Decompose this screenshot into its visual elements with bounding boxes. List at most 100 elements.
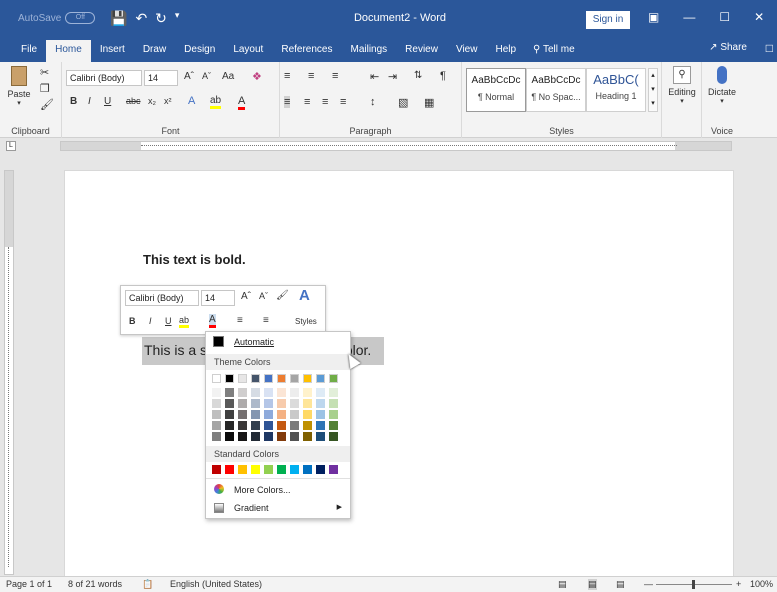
- numbering-icon[interactable]: ≡: [308, 70, 314, 82]
- increase-indent-icon[interactable]: ⇥: [388, 70, 397, 83]
- horizontal-ruler[interactable]: L: [0, 139, 777, 153]
- mini-numbering-icon[interactable]: ≡: [263, 315, 269, 326]
- theme-shade-swatch[interactable]: [251, 388, 260, 397]
- theme-shade-swatch[interactable]: [264, 399, 273, 408]
- theme-shade-swatch[interactable]: [225, 432, 234, 441]
- theme-shade-swatch[interactable]: [290, 410, 299, 419]
- minimize-icon[interactable]: —: [683, 10, 695, 24]
- read-mode-icon[interactable]: ▤: [558, 579, 567, 590]
- change-case-button[interactable]: Aa: [222, 71, 234, 82]
- mini-highlight-icon[interactable]: ab: [179, 315, 190, 328]
- comments-icon[interactable]: □: [766, 41, 773, 55]
- theme-color-swatch[interactable]: [251, 374, 260, 383]
- theme-shade-swatch[interactable]: [290, 388, 299, 397]
- styles-scroll[interactable]: ▴ ▾ ▾: [648, 68, 658, 112]
- mini-styles-label[interactable]: Styles: [295, 317, 317, 326]
- standard-color-swatch[interactable]: [264, 465, 273, 474]
- theme-color-swatch[interactable]: [212, 374, 221, 383]
- document-page[interactable]: [64, 170, 734, 580]
- theme-shade-swatch[interactable]: [238, 388, 247, 397]
- ruler-track[interactable]: [60, 141, 732, 151]
- theme-shade-swatch[interactable]: [212, 421, 221, 430]
- zoom-level[interactable]: 100%: [750, 579, 773, 589]
- print-layout-icon[interactable]: ▤: [588, 579, 597, 590]
- italic-icon[interactable]: I: [88, 96, 91, 107]
- underline-icon[interactable]: U: [104, 96, 111, 107]
- tab-layout[interactable]: Layout: [224, 40, 272, 62]
- tab-selector-icon[interactable]: L: [6, 141, 16, 151]
- superscript-icon[interactable]: x²: [164, 96, 172, 106]
- font-name-box[interactable]: Calibri (Body): [66, 70, 142, 86]
- theme-shade-swatch[interactable]: [316, 399, 325, 408]
- theme-shade-swatch[interactable]: [212, 388, 221, 397]
- theme-shade-swatch[interactable]: [303, 432, 312, 441]
- theme-shade-swatch[interactable]: [303, 410, 312, 419]
- theme-shade-swatch[interactable]: [264, 421, 273, 430]
- theme-shade-swatch[interactable]: [277, 410, 286, 419]
- mini-font-name-box[interactable]: Calibri (Body): [125, 290, 199, 306]
- justify-icon[interactable]: ≡: [340, 96, 346, 108]
- show-marks-icon[interactable]: ¶: [440, 70, 446, 82]
- tab-file[interactable]: File: [12, 40, 46, 62]
- automatic-option[interactable]: Automatic: [206, 334, 350, 350]
- editing-button[interactable]: ⚲ Editing ▾: [664, 66, 700, 105]
- highlight-icon[interactable]: ab: [210, 95, 222, 109]
- standard-color-swatch[interactable]: [225, 465, 234, 474]
- proofing-icon[interactable]: 📋: [142, 579, 153, 590]
- theme-color-swatch[interactable]: [303, 374, 312, 383]
- theme-shade-swatch[interactable]: [316, 410, 325, 419]
- undo-icon[interactable]: ↶: [135, 10, 147, 27]
- borders-icon[interactable]: ▦: [424, 96, 434, 109]
- gradient-option[interactable]: Gradient ▶: [206, 500, 350, 516]
- theme-shade-swatch[interactable]: [238, 410, 247, 419]
- theme-shade-swatch[interactable]: [316, 432, 325, 441]
- bold-icon[interactable]: B: [70, 96, 77, 107]
- tab-references[interactable]: References: [272, 40, 341, 62]
- bullets-icon[interactable]: ≡: [284, 70, 290, 82]
- theme-shade-swatch[interactable]: [277, 421, 286, 430]
- standard-color-swatch[interactable]: [316, 465, 325, 474]
- tell-me-search[interactable]: ⚲ Tell me: [533, 40, 575, 62]
- theme-shade-swatch[interactable]: [277, 432, 286, 441]
- theme-color-swatch[interactable]: [238, 374, 247, 383]
- theme-shade-swatch[interactable]: [277, 399, 286, 408]
- theme-shade-swatch[interactable]: [251, 410, 260, 419]
- theme-color-swatch[interactable]: [290, 374, 299, 383]
- zoom-slider[interactable]: [656, 580, 732, 589]
- zoom-in-icon[interactable]: +: [736, 579, 741, 589]
- theme-shade-swatch[interactable]: [316, 388, 325, 397]
- theme-shade-swatch[interactable]: [225, 410, 234, 419]
- mini-format-painter-icon[interactable]: 🖌: [276, 290, 289, 301]
- theme-shade-swatch[interactable]: [303, 399, 312, 408]
- standard-color-swatch[interactable]: [290, 465, 299, 474]
- theme-shade-swatch[interactable]: [329, 432, 338, 441]
- theme-shade-swatch[interactable]: [329, 410, 338, 419]
- tab-home[interactable]: Home: [46, 40, 91, 62]
- standard-color-swatch[interactable]: [238, 465, 247, 474]
- autosave[interactable]: AutoSave Off: [18, 12, 96, 24]
- decrease-indent-icon[interactable]: ⇤: [370, 70, 379, 83]
- theme-shade-swatch[interactable]: [225, 399, 234, 408]
- subscript-icon[interactable]: x₂: [148, 96, 156, 106]
- theme-shade-swatch[interactable]: [329, 421, 338, 430]
- theme-shade-swatch[interactable]: [264, 410, 273, 419]
- format-painter-icon[interactable]: 🖌: [40, 98, 54, 111]
- shading-icon[interactable]: ▧: [398, 96, 408, 109]
- tab-insert[interactable]: Insert: [91, 40, 134, 62]
- theme-shade-swatch[interactable]: [290, 399, 299, 408]
- tab-mailings[interactable]: Mailings: [341, 40, 396, 62]
- font-size-box[interactable]: 14: [144, 70, 178, 86]
- paste-button[interactable]: Paste ▾: [6, 66, 32, 107]
- style-heading-1[interactable]: AaBbC( Heading 1: [586, 68, 646, 112]
- vertical-ruler[interactable]: [4, 170, 14, 575]
- theme-shade-swatch[interactable]: [251, 421, 260, 430]
- sign-in-button[interactable]: Sign in: [586, 11, 630, 29]
- sort-icon[interactable]: ⇅: [414, 70, 422, 81]
- tab-view[interactable]: View: [447, 40, 487, 62]
- text-effects-icon[interactable]: A: [188, 95, 195, 107]
- mini-shrink-font-icon[interactable]: Aˇ: [259, 291, 268, 301]
- theme-shade-swatch[interactable]: [212, 399, 221, 408]
- mini-bold-icon[interactable]: B: [129, 316, 136, 326]
- bold-text-line[interactable]: This text is bold.: [143, 252, 246, 267]
- grow-font-icon[interactable]: Aˆ: [184, 71, 194, 82]
